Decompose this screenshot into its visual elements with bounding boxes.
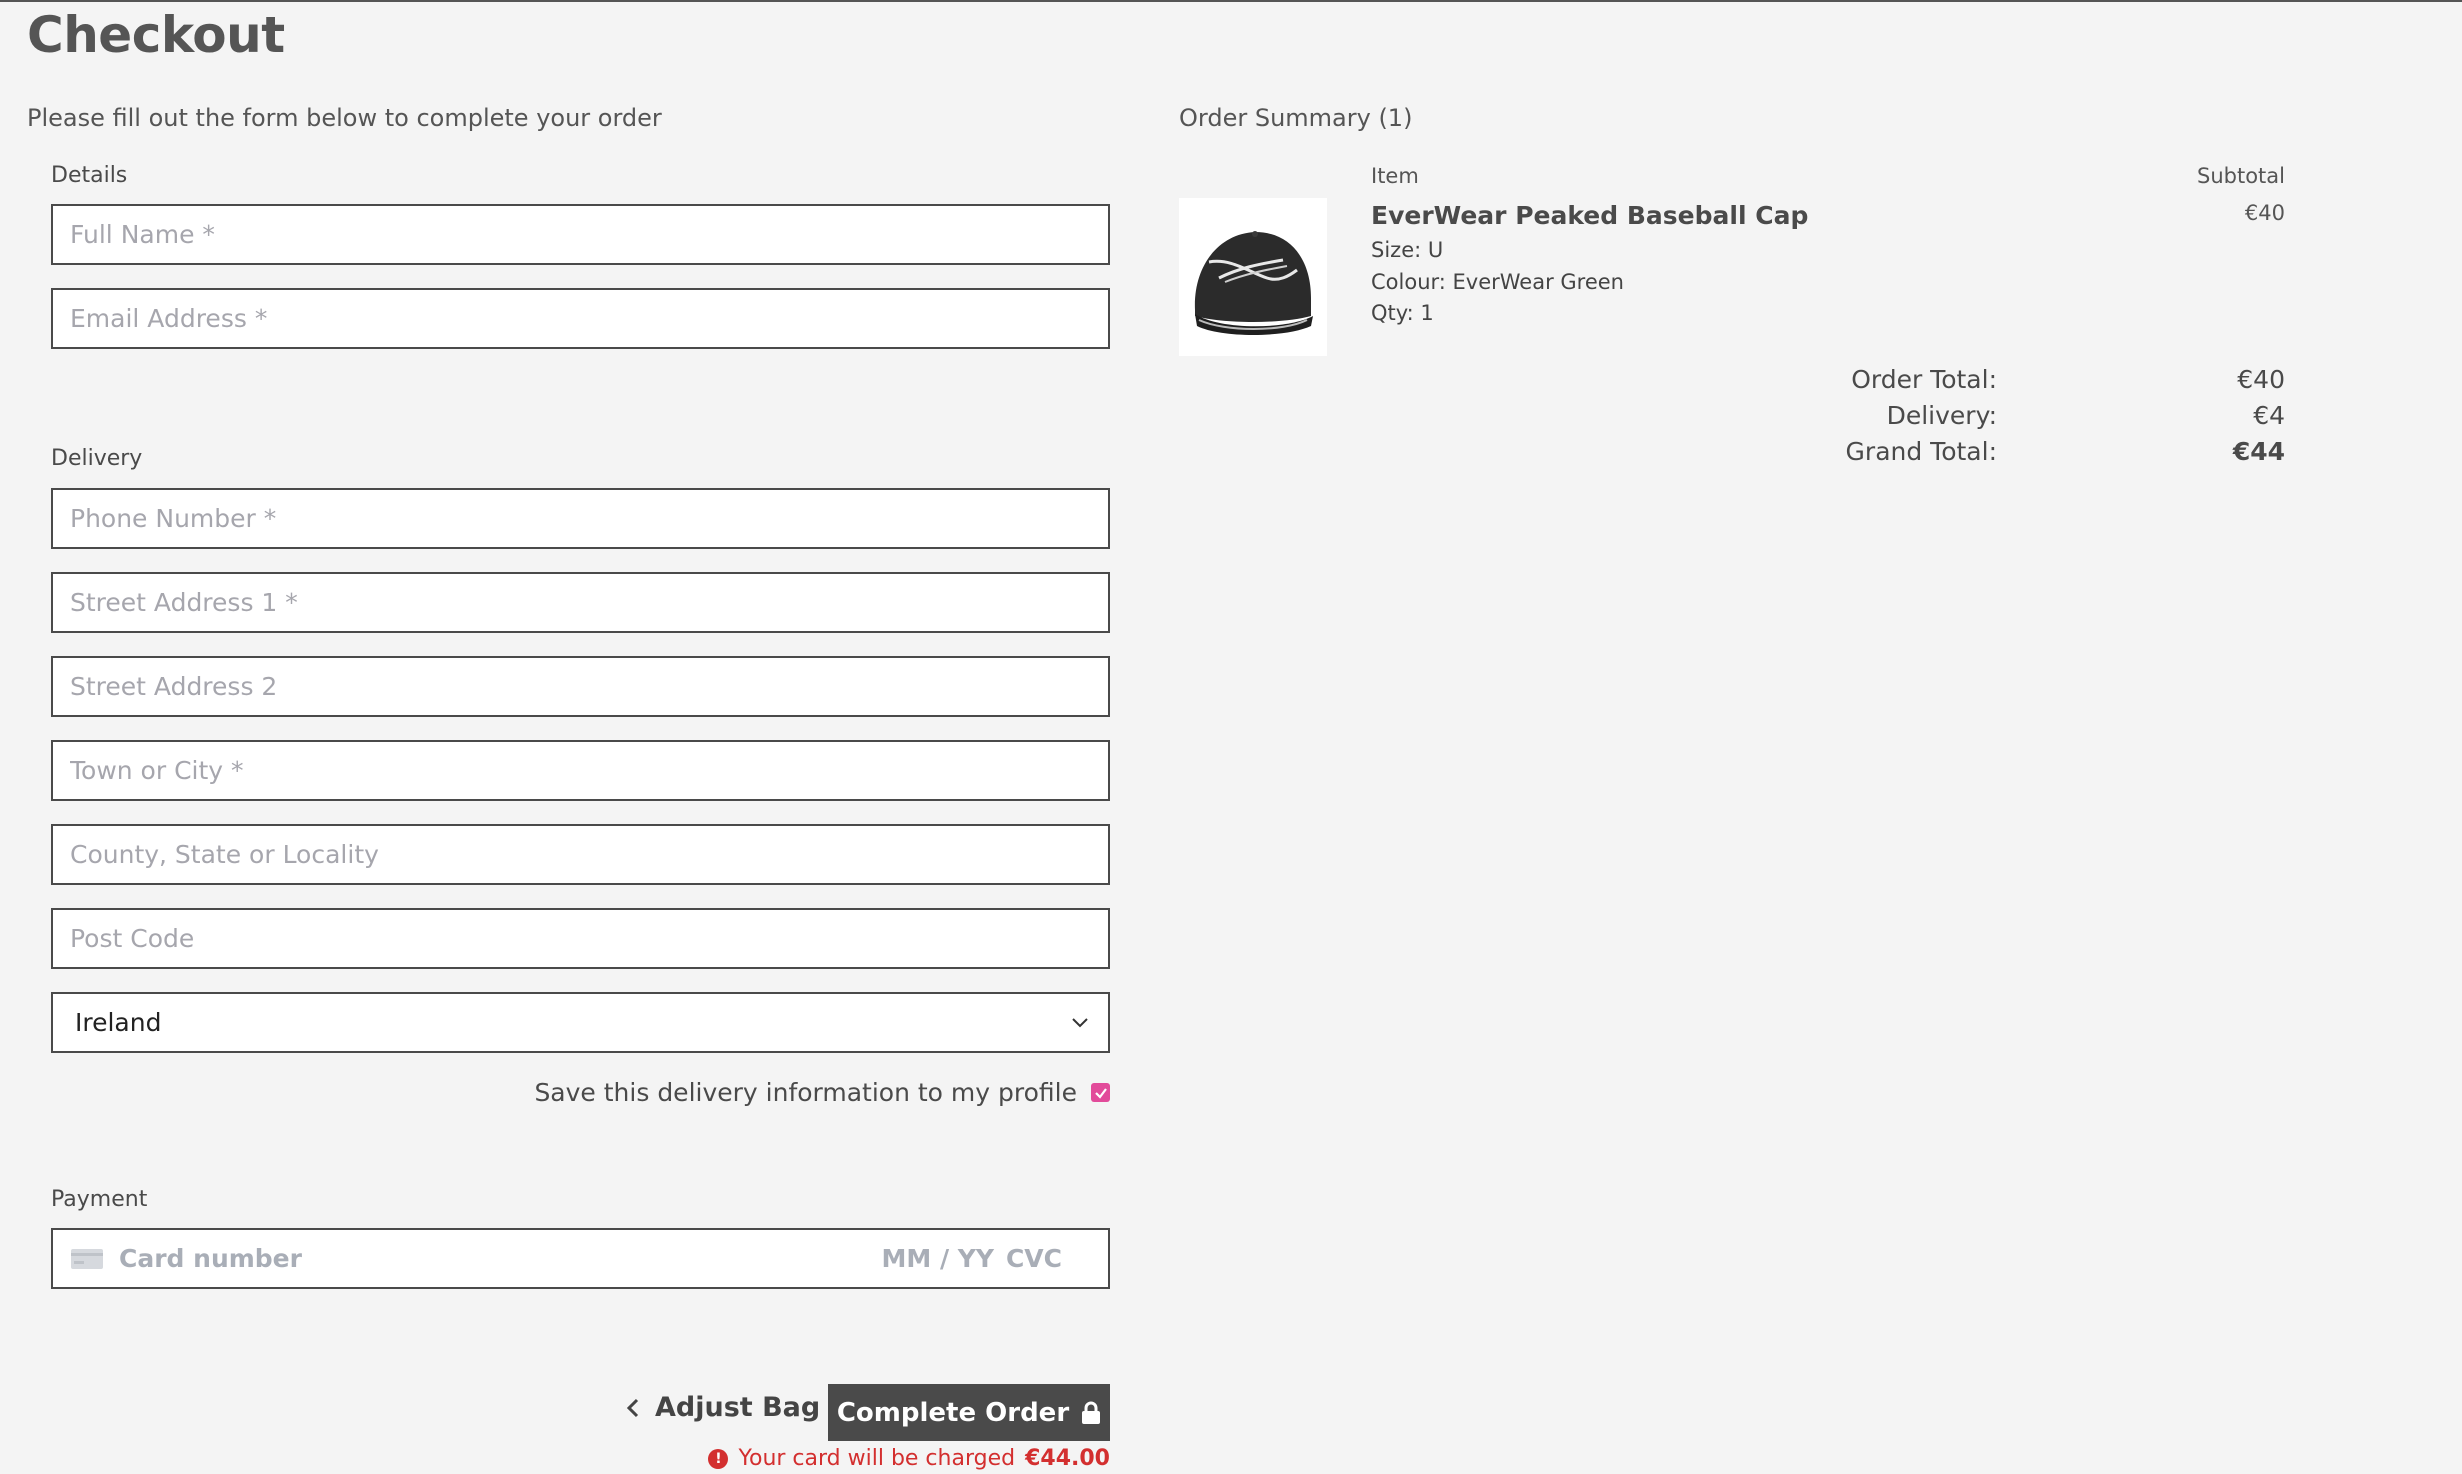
intro-text: Please fill out the form below to comple… — [27, 104, 662, 132]
error-icon: ! — [708, 1448, 729, 1469]
full-name-input[interactable] — [51, 204, 1110, 265]
item-column-header: Item — [1371, 164, 1419, 188]
card-cvc-placeholder: CVC — [1005, 1244, 1062, 1273]
delivery-cost-label: Delivery: — [1886, 401, 1997, 430]
save-delivery-label: Save this delivery information to my pro… — [534, 1078, 1077, 1107]
card-number-placeholder: Card number — [119, 1244, 302, 1273]
phone-input[interactable] — [51, 488, 1110, 549]
chevron-left-icon — [626, 1398, 639, 1417]
charge-prefix: Your card will be charged — [738, 1446, 1016, 1471]
charge-notice: ! Your card will be charged €44.00 — [708, 1446, 1110, 1471]
details-label: Details — [51, 163, 128, 188]
adjust-bag-link[interactable]: Adjust Bag — [625, 1392, 820, 1423]
adjust-bag-label: Adjust Bag — [655, 1392, 821, 1423]
delivery-label: Delivery — [51, 446, 143, 471]
order-total-value: €40 — [2237, 365, 2285, 394]
country-selected-value: Ireland — [75, 1008, 162, 1037]
card-input[interactable]: Card number MM / YY CVC — [51, 1228, 1110, 1289]
grand-total-label: Grand Total: — [1845, 437, 1997, 466]
payment-label: Payment — [51, 1187, 148, 1212]
subtotal-column-header: Subtotal — [2197, 164, 2285, 188]
grand-total-value: €44 — [2232, 437, 2285, 466]
page-title: Checkout — [27, 6, 285, 64]
card-icon — [71, 1248, 103, 1269]
email-input[interactable] — [51, 288, 1110, 349]
complete-order-button[interactable]: Complete Order — [828, 1384, 1110, 1441]
check-icon — [1094, 1087, 1107, 1099]
street-address-1-input[interactable] — [51, 572, 1110, 633]
complete-order-label: Complete Order — [836, 1397, 1070, 1428]
charge-amount: €44.00 — [1025, 1446, 1110, 1471]
postcode-input[interactable] — [51, 908, 1110, 969]
county-input[interactable] — [51, 824, 1110, 885]
lock-icon — [1082, 1401, 1101, 1424]
cap-image — [1194, 231, 1313, 335]
save-delivery-row: Save this delivery information to my pro… — [534, 1078, 1110, 1107]
top-border — [0, 0, 2462, 2]
chevron-down-icon — [1072, 1018, 1088, 1028]
product-name[interactable]: EverWear Peaked Baseball Cap — [1371, 201, 1808, 230]
delivery-cost-value: €4 — [2253, 401, 2285, 430]
country-select[interactable]: Ireland — [51, 992, 1110, 1053]
street-address-2-input[interactable] — [51, 656, 1110, 717]
save-delivery-checkbox[interactable] — [1091, 1083, 1110, 1102]
card-expiry-placeholder: MM / YY — [881, 1244, 995, 1273]
product-qty: Qty: 1 — [1371, 301, 1434, 325]
product-colour: Colour: EverWear Green — [1371, 270, 1624, 294]
order-total-label: Order Total: — [1851, 365, 1997, 394]
product-size: Size: U — [1371, 238, 1444, 262]
product-image[interactable] — [1179, 198, 1327, 356]
town-input[interactable] — [51, 740, 1110, 801]
product-subtotal: €40 — [2244, 201, 2285, 225]
order-summary-title: Order Summary (1) — [1179, 104, 1413, 132]
